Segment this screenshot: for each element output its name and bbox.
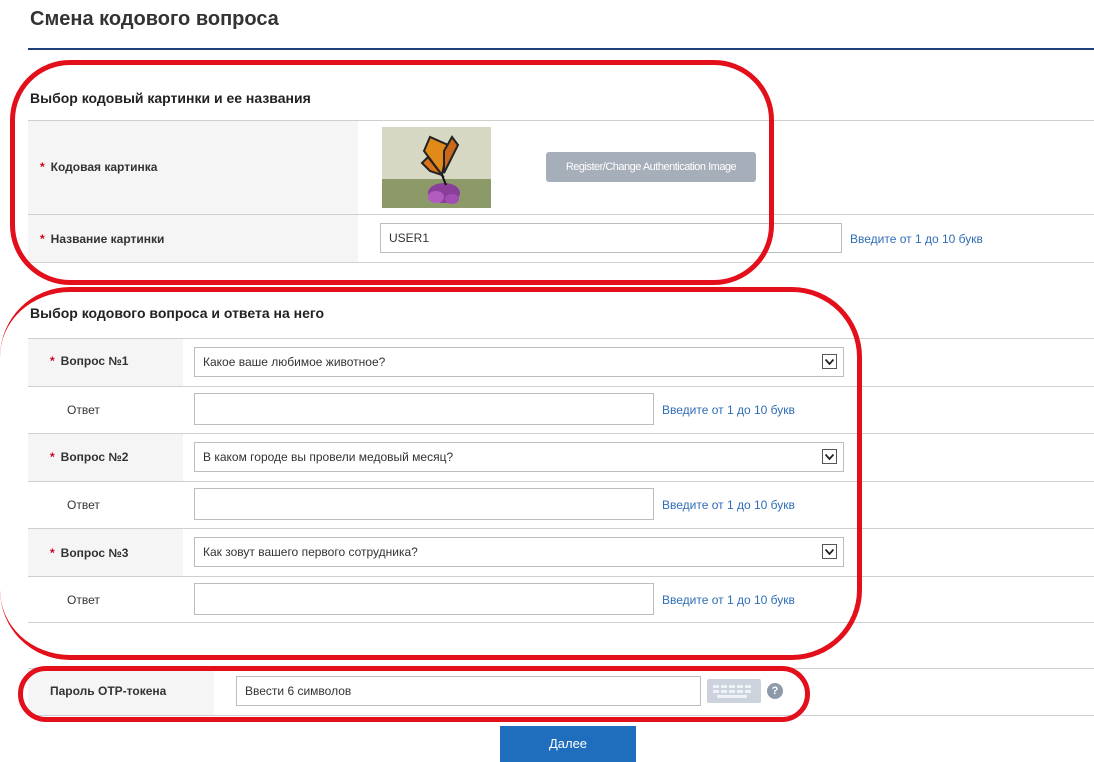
image-name-hint: Введите от 1 до 10 букв <box>850 232 983 246</box>
annotation-outline-otp <box>18 666 810 722</box>
annotation-outline-question-section <box>0 287 862 660</box>
page-title: Смена кодового вопроса <box>30 8 279 30</box>
annotation-outline-image-section <box>10 60 774 285</box>
next-button[interactable]: Далее <box>500 726 636 762</box>
title-divider <box>28 48 1094 50</box>
